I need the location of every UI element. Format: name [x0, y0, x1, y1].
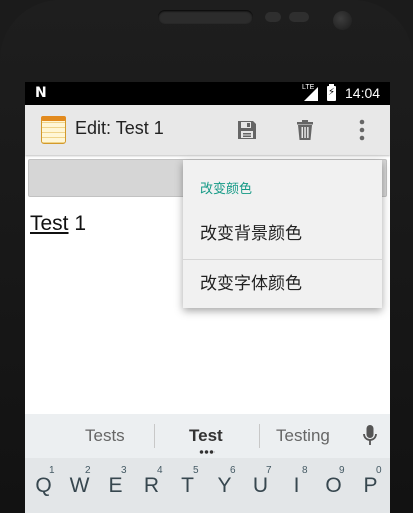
- key-o[interactable]: O9: [317, 464, 350, 513]
- suggestion-right[interactable]: Testing: [276, 426, 330, 446]
- key-y[interactable]: Y6: [208, 464, 241, 513]
- key-r[interactable]: R4: [135, 464, 168, 513]
- more-suggestions-indicator[interactable]: [199, 450, 215, 454]
- device-screen: N LTE ⚡ 14:04 Edit: Test 1 Test 1 改变颜色 改…: [25, 82, 390, 513]
- suggestion-center[interactable]: Test: [189, 426, 223, 446]
- key-hint: 0: [376, 465, 382, 476]
- key-hint: 2: [85, 465, 91, 476]
- key-letter: W: [69, 474, 90, 497]
- key-hint: 1: [49, 465, 55, 476]
- overflow-menu-button[interactable]: [347, 115, 377, 145]
- key-letter: O: [325, 474, 342, 497]
- key-letter: T: [181, 474, 194, 497]
- color-menu: 改变颜色 改变背景颜色 改变字体颜色: [183, 160, 382, 308]
- suggestion-divider: [154, 424, 155, 448]
- note-word-underlined: Test: [30, 212, 69, 235]
- proximity-sensor: [265, 12, 281, 22]
- key-letter: E: [108, 474, 123, 497]
- earpiece-speaker: [158, 10, 253, 24]
- suggestion-strip: Tests Test Testing: [25, 414, 390, 458]
- key-w[interactable]: W2: [63, 464, 96, 513]
- save-icon: [238, 121, 256, 139]
- light-sensor: [289, 12, 309, 22]
- more-vert-icon: [359, 119, 365, 141]
- key-p[interactable]: P0: [354, 464, 387, 513]
- delete-icon: [297, 120, 313, 140]
- key-hint: 5: [193, 465, 199, 476]
- menu-header: 改变颜色: [200, 181, 253, 196]
- note-text-rest: 1: [68, 212, 87, 235]
- menu-item-change-font-color[interactable]: 改变字体颜色: [183, 260, 382, 308]
- key-hint: 7: [266, 465, 272, 476]
- key-letter: I: [293, 474, 300, 497]
- menu-item-change-background-color[interactable]: 改变背景颜色: [183, 210, 382, 258]
- suggestion-left[interactable]: Tests: [85, 426, 125, 446]
- key-u[interactable]: U7: [244, 464, 277, 513]
- status-time: 14:04: [345, 85, 381, 101]
- signal-icon: [304, 87, 318, 101]
- key-hint: 6: [230, 465, 236, 476]
- status-bar: N LTE ⚡ 14:04: [25, 82, 390, 105]
- key-hint: 9: [339, 465, 345, 476]
- key-letter: U: [252, 474, 269, 497]
- note-editor[interactable]: Test 1: [30, 212, 86, 236]
- key-letter: Q: [35, 474, 52, 497]
- suggestion-divider: [259, 424, 260, 448]
- front-camera: [333, 11, 352, 30]
- key-hint: 4: [157, 465, 163, 476]
- notification-icon: N: [35, 85, 47, 101]
- app-bar: Edit: Test 1: [25, 105, 390, 155]
- delete-button[interactable]: [290, 115, 320, 145]
- key-hint: 8: [302, 465, 308, 476]
- key-letter: Y: [217, 474, 232, 497]
- save-button[interactable]: [232, 115, 262, 145]
- key-e[interactable]: E3: [99, 464, 132, 513]
- key-i[interactable]: I8: [280, 464, 313, 513]
- battery-icon: ⚡: [327, 84, 336, 101]
- key-hint: 3: [121, 465, 127, 476]
- key-t[interactable]: T5: [171, 464, 204, 513]
- key-letter: R: [143, 474, 160, 497]
- notepad-icon: [41, 116, 66, 144]
- key-letter: P: [363, 474, 378, 497]
- page-title: Edit: Test 1: [75, 118, 164, 138]
- key-q[interactable]: Q1: [27, 464, 60, 513]
- mic-icon[interactable]: [363, 425, 377, 447]
- keyboard-row-top: Q1 W2 E3 R4 T5 Y6 U7 I8 O9 P0: [25, 458, 390, 513]
